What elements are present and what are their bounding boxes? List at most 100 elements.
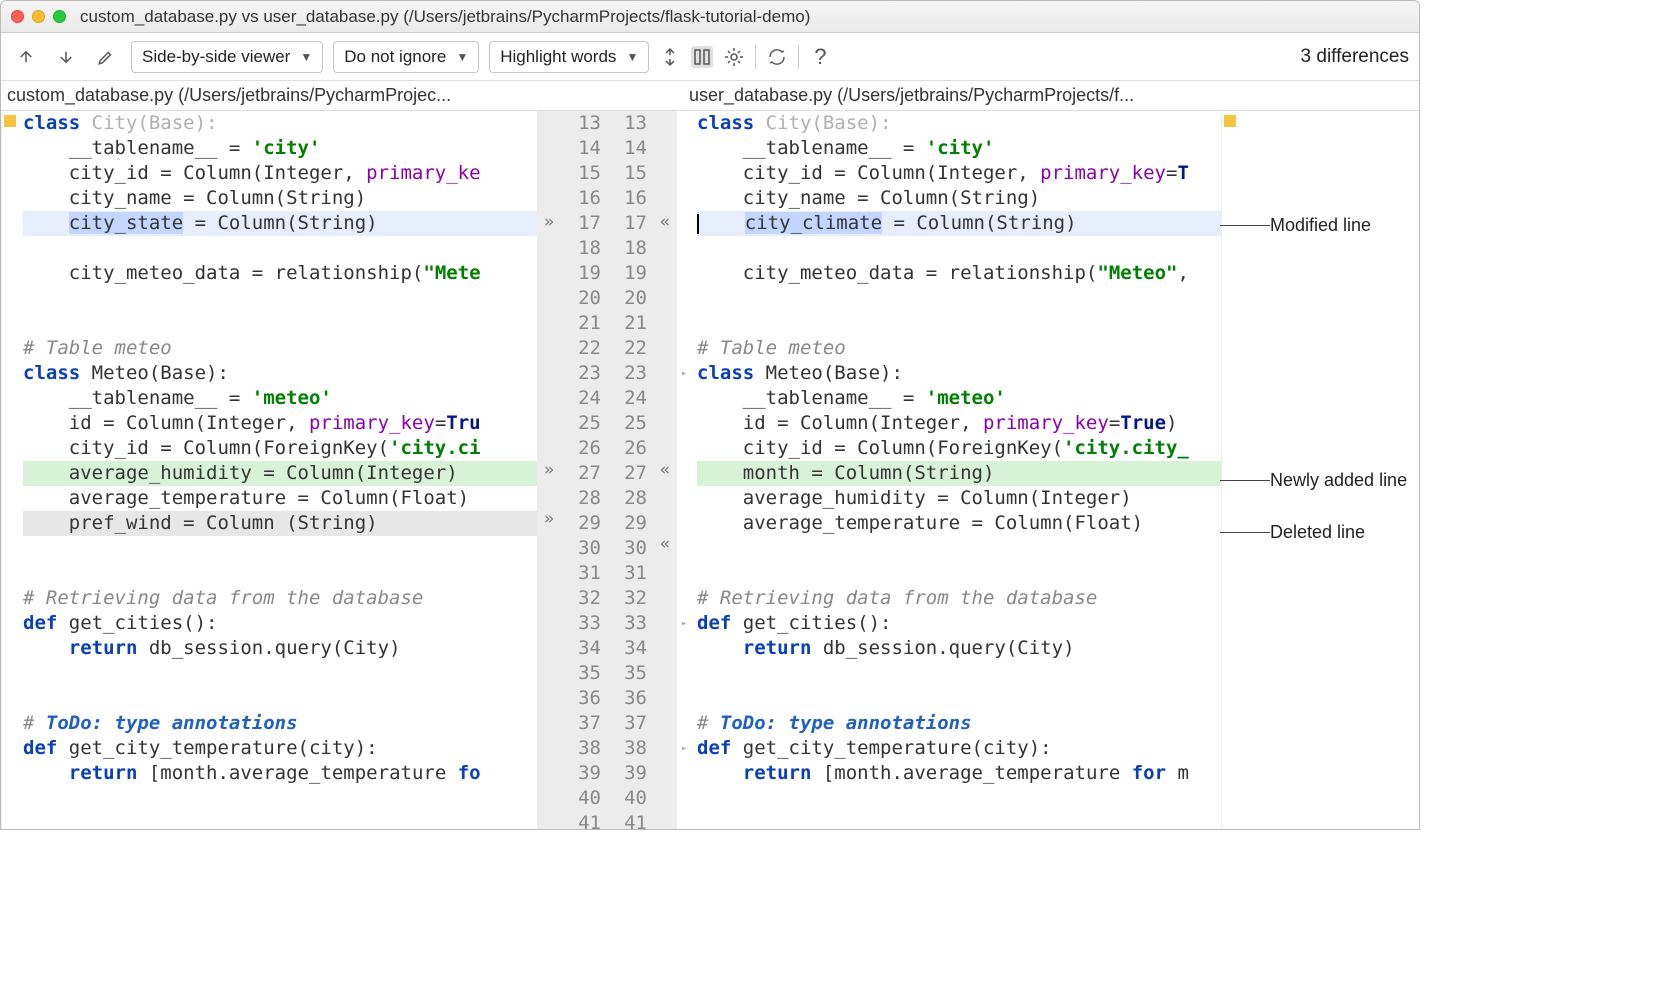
apply-change-27[interactable]: » [537,458,561,483]
code-line-34[interactable]: return db_session.query(City) [23,636,537,661]
diff-window: custom_database.py vs user_database.py (… [0,0,1420,830]
code-line-22[interactable]: # Table meteo [697,336,1221,361]
diff-body: class City(Base): __tablename__ = 'city'… [1,111,1419,829]
code-line-30[interactable] [23,536,537,561]
code-line-19[interactable]: city_meteo_data = relationship("Mete [23,261,537,286]
apply-change-17[interactable]: « [653,210,677,235]
highlight-mode-label: Highlight words [500,47,616,67]
code-line-38[interactable]: def get_city_temperature(city): [697,736,1221,761]
code-line-20[interactable] [23,286,537,311]
code-line-40[interactable] [23,786,537,811]
right-marker-rail[interactable] [1221,111,1237,829]
code-line-18[interactable] [697,236,1221,261]
code-line-14[interactable]: __tablename__ = 'city' [23,136,537,161]
code-line-28[interactable]: average_temperature = Column(Float) [23,486,537,511]
code-line-26[interactable]: city_id = Column(ForeignKey('city.city_ [697,436,1221,461]
code-line-18[interactable] [23,236,537,261]
window-controls [11,10,66,23]
sync-scroll-icon[interactable] [691,46,713,68]
apply-change-30[interactable]: « [653,532,677,557]
code-line-41[interactable] [23,811,537,829]
collapse-unchanged-icon[interactable] [659,46,681,68]
viewer-mode-label: Side-by-side viewer [142,47,290,67]
file-headers: custom_database.py (/Users/jetbrains/Pyc… [1,81,1419,111]
code-line-17[interactable]: city_climate = Column(String) [697,211,1221,236]
code-line-13[interactable]: class City(Base): [23,111,537,136]
code-line-29[interactable]: average_temperature = Column(Float) [697,511,1221,536]
code-line-22[interactable]: # Table meteo [23,336,537,361]
code-line-33[interactable]: def get_cities(): [697,611,1221,636]
code-line-38[interactable]: def get_city_temperature(city): [23,736,537,761]
code-line-39[interactable]: return [month.average_temperature fo [23,761,537,786]
code-line-15[interactable]: city_id = Column(Integer, primary_key=T [697,161,1221,186]
code-line-37[interactable]: # ToDo: type annotations [23,711,537,736]
left-file-label: custom_database.py (/Users/jetbrains/Pyc… [1,85,591,106]
code-line-23[interactable]: class Meteo(Base): [697,361,1221,386]
apply-change-27[interactable]: « [653,458,677,483]
apply-change-17[interactable]: » [537,210,561,235]
code-line-36[interactable] [23,686,537,711]
left-gutter: 1314151617181920212223242526272829303132… [561,111,607,829]
code-line-29[interactable]: pref_wind = Column (String) [23,511,537,536]
diff-count: 3 differences [1301,46,1409,68]
right-file-label: user_database.py (/Users/jetbrains/Pycha… [683,85,1419,106]
right-apply-handle[interactable]: « « « [653,111,677,829]
code-line-40[interactable] [697,786,1221,811]
annotation-modified: Modified line [1270,215,1371,236]
code-line-31[interactable] [23,561,537,586]
code-line-20[interactable] [697,286,1221,311]
right-code-pane[interactable]: class City(Base): __tablename__ = 'city'… [691,111,1221,829]
help-icon[interactable]: ? [809,46,831,68]
code-line-17[interactable]: city_state = Column(String) [23,211,537,236]
code-line-25[interactable]: id = Column(Integer, primary_key=Tru [23,411,537,436]
toolbar: Side-by-side viewer▼ Do not ignore▼ High… [1,33,1419,81]
minimize-button[interactable] [32,10,45,23]
code-line-24[interactable]: __tablename__ = 'meteo' [23,386,537,411]
right-fold-gutter[interactable]: ▸▸▸ [677,111,691,829]
settings-icon[interactable] [723,46,745,68]
code-line-30[interactable] [697,536,1221,561]
code-line-37[interactable]: # ToDo: type annotations [697,711,1221,736]
left-marker-rail[interactable] [1,111,17,829]
code-line-16[interactable]: city_name = Column(String) [23,186,537,211]
code-line-31[interactable] [697,561,1221,586]
code-line-28[interactable]: average_humidity = Column(Integer) [697,486,1221,511]
maximize-button[interactable] [53,10,66,23]
code-line-32[interactable]: # Retrieving data from the database [697,586,1221,611]
code-line-21[interactable] [697,311,1221,336]
left-code-pane[interactable]: class City(Base): __tablename__ = 'city'… [17,111,537,829]
code-line-27[interactable]: month = Column(String) [697,461,1221,486]
code-line-19[interactable]: city_meteo_data = relationship("Meteo", [697,261,1221,286]
code-line-33[interactable]: def get_cities(): [23,611,537,636]
code-line-24[interactable]: __tablename__ = 'meteo' [697,386,1221,411]
prev-diff-button[interactable] [11,42,41,72]
highlight-mode-dropdown[interactable]: Highlight words▼ [489,41,649,73]
code-line-14[interactable]: __tablename__ = 'city' [697,136,1221,161]
code-line-26[interactable]: city_id = Column(ForeignKey('city.ci [23,436,537,461]
left-apply-handle[interactable]: » » » [537,111,561,829]
code-line-23[interactable]: class Meteo(Base): [23,361,537,386]
close-button[interactable] [11,10,24,23]
code-line-21[interactable] [23,311,537,336]
code-line-35[interactable] [23,661,537,686]
code-line-27[interactable]: average_humidity = Column(Integer) [23,461,537,486]
right-gutter: 1314151617181920212223242526272829303132… [607,111,653,829]
ignore-mode-label: Do not ignore [344,47,446,67]
edit-button[interactable] [91,42,121,72]
viewer-mode-dropdown[interactable]: Side-by-side viewer▼ [131,41,323,73]
annotation-added: Newly added line [1270,470,1407,491]
apply-change-29[interactable]: » [537,507,561,532]
code-line-25[interactable]: id = Column(Integer, primary_key=True) [697,411,1221,436]
code-line-39[interactable]: return [month.average_temperature for m [697,761,1221,786]
code-line-32[interactable]: # Retrieving data from the database [23,586,537,611]
code-line-13[interactable]: class City(Base): [697,111,1221,136]
code-line-41[interactable] [697,811,1221,829]
code-line-15[interactable]: city_id = Column(Integer, primary_ke [23,161,537,186]
ignore-mode-dropdown[interactable]: Do not ignore▼ [333,41,479,73]
code-line-36[interactable] [697,686,1221,711]
code-line-34[interactable]: return db_session.query(City) [697,636,1221,661]
code-line-16[interactable]: city_name = Column(String) [697,186,1221,211]
refresh-icon[interactable] [766,46,788,68]
code-line-35[interactable] [697,661,1221,686]
next-diff-button[interactable] [51,42,81,72]
